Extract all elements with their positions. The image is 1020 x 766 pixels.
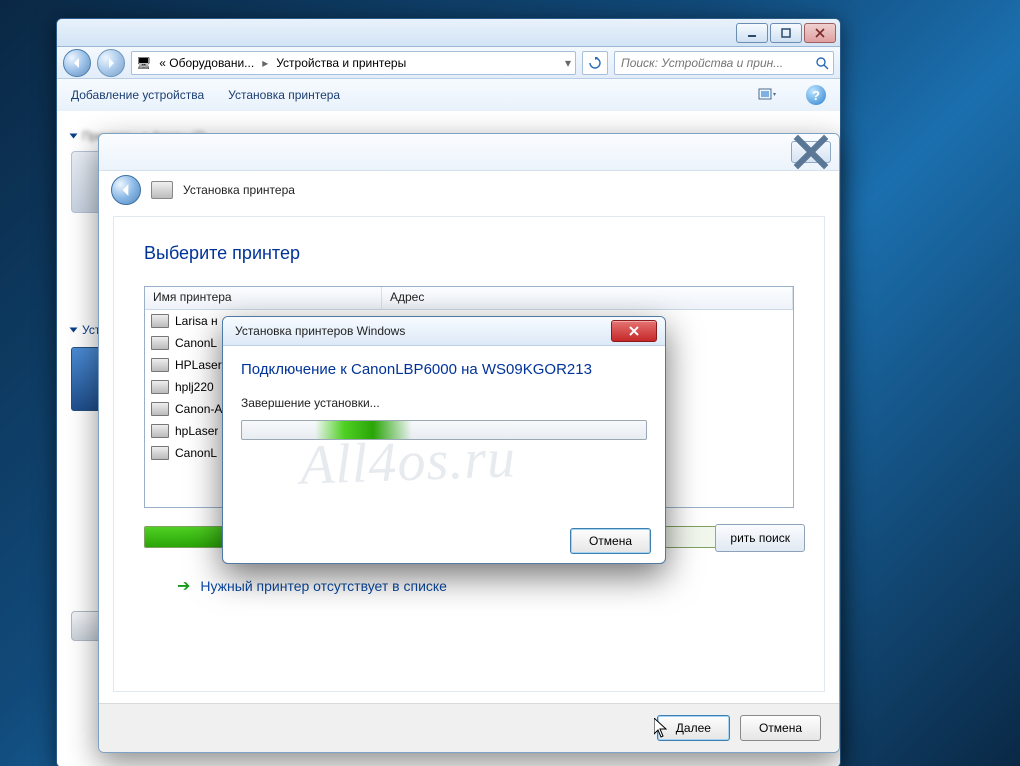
arrow-right-icon: ➔	[177, 576, 190, 596]
search-again-button[interactable]: рить поиск	[715, 524, 805, 552]
cmd-add-printer[interactable]: Установка принтера	[228, 88, 340, 102]
printer-not-listed-link[interactable]: ➔ Нужный принтер отсутствует в списке	[177, 576, 447, 596]
printer-icon	[151, 424, 169, 438]
cmd-add-device[interactable]: Добавление устройства	[71, 88, 204, 102]
wizard-footer: Далее Отмена	[99, 703, 839, 752]
col-name[interactable]: Имя принтера	[145, 287, 382, 309]
wizard-heading: Выберите принтер	[144, 243, 794, 264]
breadcrumb[interactable]: 🖥 « Оборудовани... ▸ Устройства и принте…	[131, 51, 576, 75]
printer-name: Canon-A	[175, 402, 222, 416]
breadcrumb-seg-2[interactable]: Устройства и принтеры	[272, 56, 410, 70]
wizard-title: Установка принтера	[183, 183, 295, 197]
wizard-close-button[interactable]	[791, 141, 831, 163]
breadcrumb-computer-icon: 🖥	[136, 56, 151, 70]
address-bar: 🖥 « Оборудовани... ▸ Устройства и принте…	[57, 47, 840, 79]
breadcrumb-seg-1[interactable]: « Оборудовани...	[155, 56, 258, 70]
chevron-right-icon: ▸	[262, 56, 268, 70]
help-button[interactable]: ?	[806, 85, 826, 105]
dialog-title: Установка принтеров Windows	[231, 324, 405, 338]
wizard-titlebar	[99, 134, 839, 171]
chevron-down-icon[interactable]: ▾	[565, 56, 571, 70]
printer-name: CanonL	[175, 336, 217, 350]
nav-back-button[interactable]	[63, 49, 91, 77]
printer-icon	[151, 380, 169, 394]
printer-name: hpLaser	[175, 424, 218, 438]
search-icon	[815, 56, 829, 70]
wizard-header: Установка принтера	[99, 171, 839, 209]
dialog-cancel-button[interactable]: Отмена	[570, 528, 651, 554]
printer-name: HPLaser	[175, 358, 222, 372]
window-titlebar	[57, 19, 840, 47]
printer-icon	[151, 446, 169, 460]
cancel-button[interactable]: Отмена	[740, 715, 821, 741]
dialog-heading: Подключение к CanonLBP6000 на WS09KGOR21…	[241, 360, 647, 380]
search-box[interactable]	[614, 51, 834, 75]
dialog-body: Подключение к CanonLBP6000 на WS09KGOR21…	[223, 346, 665, 450]
command-bar: Добавление устройства Установка принтера…	[57, 79, 840, 112]
maximize-button[interactable]	[770, 23, 802, 43]
nav-forward-button[interactable]	[97, 49, 125, 77]
printer-icon	[151, 181, 173, 199]
next-button[interactable]: Далее	[657, 715, 730, 741]
view-options-button[interactable]	[752, 83, 782, 107]
dialog-status: Завершение установки...	[241, 396, 647, 410]
install-progress-dialog: Установка принтеров Windows Подключение …	[222, 316, 666, 564]
list-header: Имя принтера Адрес	[145, 287, 793, 310]
col-address[interactable]: Адрес	[382, 287, 793, 309]
wizard-back-button[interactable]	[111, 175, 141, 205]
printer-name: Larisa н	[175, 314, 218, 328]
dialog-progress-bar	[241, 420, 647, 440]
minimize-button[interactable]	[736, 23, 768, 43]
dialog-titlebar[interactable]: Установка принтеров Windows	[223, 317, 665, 346]
printer-icon	[151, 402, 169, 416]
search-input[interactable]	[619, 55, 815, 71]
close-button[interactable]	[804, 23, 836, 43]
printer-icon	[151, 336, 169, 350]
printer-name: CanonL	[175, 446, 217, 460]
printer-name: hplj220	[175, 380, 214, 394]
dialog-close-button[interactable]	[611, 320, 657, 342]
refresh-button[interactable]	[582, 51, 608, 75]
printer-icon	[151, 314, 169, 328]
printer-icon	[151, 358, 169, 372]
dialog-footer: Отмена	[223, 519, 665, 563]
